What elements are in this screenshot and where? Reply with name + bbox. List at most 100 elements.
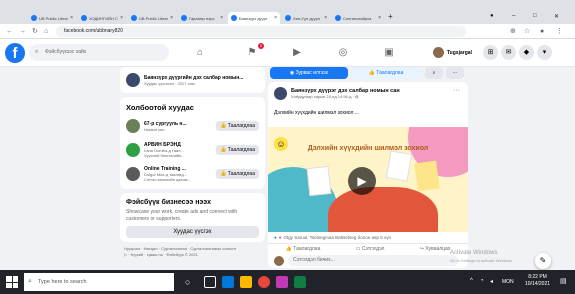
post-options-icon[interactable]: ··· — [453, 87, 460, 94]
language-indicator[interactable]: MON — [502, 279, 514, 285]
address-bar-row: ← → ↻ ⌂ facebook.com/ubbnary820 ⊕ ☆ ● ⋮ — [0, 24, 575, 39]
right-column: ◉ Зурвас илгээх 👍 Таалагдлаа ⌕ ··· Баянз… — [268, 67, 468, 268]
browser-tab[interactable]: ХОДИНГИЙН С × — [78, 12, 126, 24]
account-dropdown-icon[interactable]: ▾ — [537, 45, 552, 60]
forward-icon[interactable]: → — [19, 27, 26, 36]
post-image[interactable]: Дэлхийн хүүхдийн шилмэл зохиол ▶ ☺ — [268, 127, 468, 232]
comment-button[interactable]: ▭ Сэтгэгдэл — [356, 244, 385, 253]
edge-icon[interactable] — [222, 276, 234, 288]
tab-favicon-icon — [131, 15, 137, 21]
clock[interactable]: 8:22 PM 10/14/2021 — [525, 274, 550, 288]
comment-row: Сэтгэгдэл бичих... — [274, 255, 458, 266]
menu-grid-icon[interactable]: ⊞ — [483, 45, 498, 60]
smiley-icon: ☺ — [274, 137, 288, 151]
like-page-button[interactable]: 👍 Таалагдлаа — [216, 169, 259, 179]
like-post-button[interactable]: 👍 Таалагдлаа — [286, 244, 321, 253]
post-actions-bar: 👍 Таалагдлаа ▭ Сэтгэгдэл ↪ Хуваалцах — [268, 243, 468, 253]
comment-input[interactable]: Сэтгэгдэл бичих... — [288, 255, 458, 266]
browser-tab-active[interactable]: Баянзүрх дүүрг × — [228, 12, 280, 24]
notification-center-icon[interactable]: ▤ — [560, 277, 567, 285]
page-avatar[interactable] — [126, 143, 140, 157]
tab-favicon-icon — [335, 15, 341, 21]
volume-icon[interactable]: ◂ — [490, 278, 493, 285]
left-column: Баянзүрх дүүргийн дэх салбар номын... Ху… — [120, 67, 265, 268]
browser-tab[interactable]: Хан-Уул дүүрэ × — [282, 12, 330, 24]
footer-links: Нууцлал · Нөхцөл · Сурталчилгаа · Суртал… — [124, 246, 237, 257]
back-icon[interactable]: ← — [6, 27, 13, 36]
close-window-button[interactable]: ✕ — [554, 13, 559, 20]
task-view-icon[interactable] — [204, 276, 216, 288]
browser-tab[interactable]: Сонгинохайрха × — [332, 12, 384, 24]
create-page-button[interactable]: Хуудас үүсгэх — [126, 226, 259, 238]
browser-tab[interactable]: UB Public Librar × — [28, 12, 76, 24]
post-timestamp[interactable]: Хоёрдугаар сарын 24-нд 14:56-д · ◍ — [291, 94, 400, 99]
share-button[interactable]: ↪ Хуваалцах — [420, 244, 451, 253]
file-explorer-icon[interactable] — [240, 276, 252, 288]
page-avatar[interactable] — [126, 119, 140, 133]
like-page-button[interactable]: 👍 Таалагдлаа — [216, 145, 259, 155]
translate-icon[interactable]: ⊕ — [510, 27, 516, 36]
tray-arrow-icon[interactable]: ^ — [470, 278, 473, 284]
related-page-row: Online Training ... Dolgor Мах-д таалагд… — [126, 165, 259, 183]
watch-nav-icon[interactable]: ▶ — [289, 45, 305, 61]
notification-badge: 2 — [257, 43, 264, 49]
profile-chip[interactable]: Tugsjargal — [433, 47, 472, 58]
profile-dot-icon[interactable]: ● — [490, 13, 494, 19]
like-page-button[interactable]: 👍 Таалагдлаа — [216, 121, 259, 131]
like-page-button[interactable]: 👍 Таалагдлаа — [350, 67, 422, 79]
start-tile — [6, 276, 12, 282]
close-tab-icon[interactable]: × — [120, 15, 123, 21]
book-cover-icon — [385, 150, 413, 182]
page-avatar[interactable] — [126, 167, 140, 181]
close-tab-icon[interactable]: × — [378, 15, 381, 21]
notifications-bell-icon[interactable]: ◆ — [519, 45, 534, 60]
browser-tab[interactable]: Гарааны нэрс × — [178, 12, 226, 24]
send-message-button[interactable]: ◉ Зурвас илгээх — [270, 67, 348, 79]
avatar[interactable] — [274, 87, 287, 100]
reload-icon[interactable]: ↻ — [32, 27, 38, 36]
page-name[interactable]: Баянзүрх дүүргийн дэх салбар номын... — [144, 75, 243, 81]
tab-favicon-icon — [181, 15, 187, 21]
messenger-icon[interactable]: ✉ — [501, 45, 516, 60]
close-tab-icon[interactable]: × — [220, 15, 223, 21]
minimize-button[interactable]: – — [512, 13, 515, 19]
home-icon[interactable]: ⌂ — [44, 27, 48, 36]
windows-taskbar: ⌕ Type here to search ○ ^ ◔ ◂ MON 8:22 P… — [0, 270, 575, 294]
store-icon[interactable] — [276, 276, 288, 288]
new-message-icon[interactable]: ✎ — [535, 253, 551, 269]
new-tab-button[interactable]: + — [388, 12, 393, 21]
excel-icon[interactable] — [294, 276, 306, 288]
taskbar-search-input[interactable]: ⌕ Type here to search — [24, 273, 174, 291]
pages-nav-icon[interactable]: ⚑ 2 — [244, 43, 264, 61]
profile-icon[interactable]: ● — [540, 27, 544, 36]
wifi-icon[interactable]: ◔ — [480, 278, 484, 284]
post-image-caption: Дэлхийн хүүхдийн шилмэл зохиол — [307, 145, 429, 152]
url-input[interactable]: facebook.com/ubbnary820 — [56, 26, 466, 37]
chrome-menu-icon[interactable]: ⋮ — [556, 27, 563, 36]
thumbs-up-icon: 👍 — [220, 147, 227, 153]
groups-nav-icon[interactable]: ◎ — [335, 45, 351, 61]
close-tab-icon[interactable]: × — [70, 15, 73, 21]
windows-start-icon[interactable] — [6, 276, 18, 288]
close-tab-icon[interactable]: × — [274, 15, 277, 21]
reactions-summary[interactable]: ● ● Otgy Saruul, Tsetsegmaa Battsetseg бо… — [274, 235, 391, 240]
facebook-logo-icon[interactable]: f — [5, 43, 25, 63]
play-icon[interactable]: ▶ — [348, 167, 376, 195]
home-nav-icon[interactable]: ⌂ — [192, 45, 208, 61]
browser-tab[interactable]: UB Public Librar × — [128, 12, 176, 24]
bookmark-star-icon[interactable]: ☆ — [524, 27, 530, 36]
cortana-icon[interactable]: ○ — [185, 276, 197, 288]
close-tab-icon[interactable]: × — [324, 15, 327, 21]
close-tab-icon[interactable]: × — [170, 15, 173, 21]
search-icon: ⌕ — [28, 278, 32, 285]
facebook-search-input[interactable]: ⌕ Фэйсбүүкээс хайх — [29, 44, 169, 61]
gaming-nav-icon[interactable]: ▣ — [381, 45, 397, 61]
more-options-button[interactable]: ··· — [446, 67, 464, 79]
page-search-button[interactable]: ⌕ — [425, 67, 443, 79]
feed-post: Баянзүрх дүүрэг дэх салбар номын сан Хоё… — [268, 82, 468, 268]
comment-icon: ▭ — [355, 246, 361, 252]
maximize-button[interactable]: □ — [533, 13, 537, 19]
chrome-icon[interactable] — [258, 276, 270, 288]
share-icon: ↪ — [419, 246, 424, 252]
thumbs-up-icon: 👍 — [220, 171, 227, 177]
